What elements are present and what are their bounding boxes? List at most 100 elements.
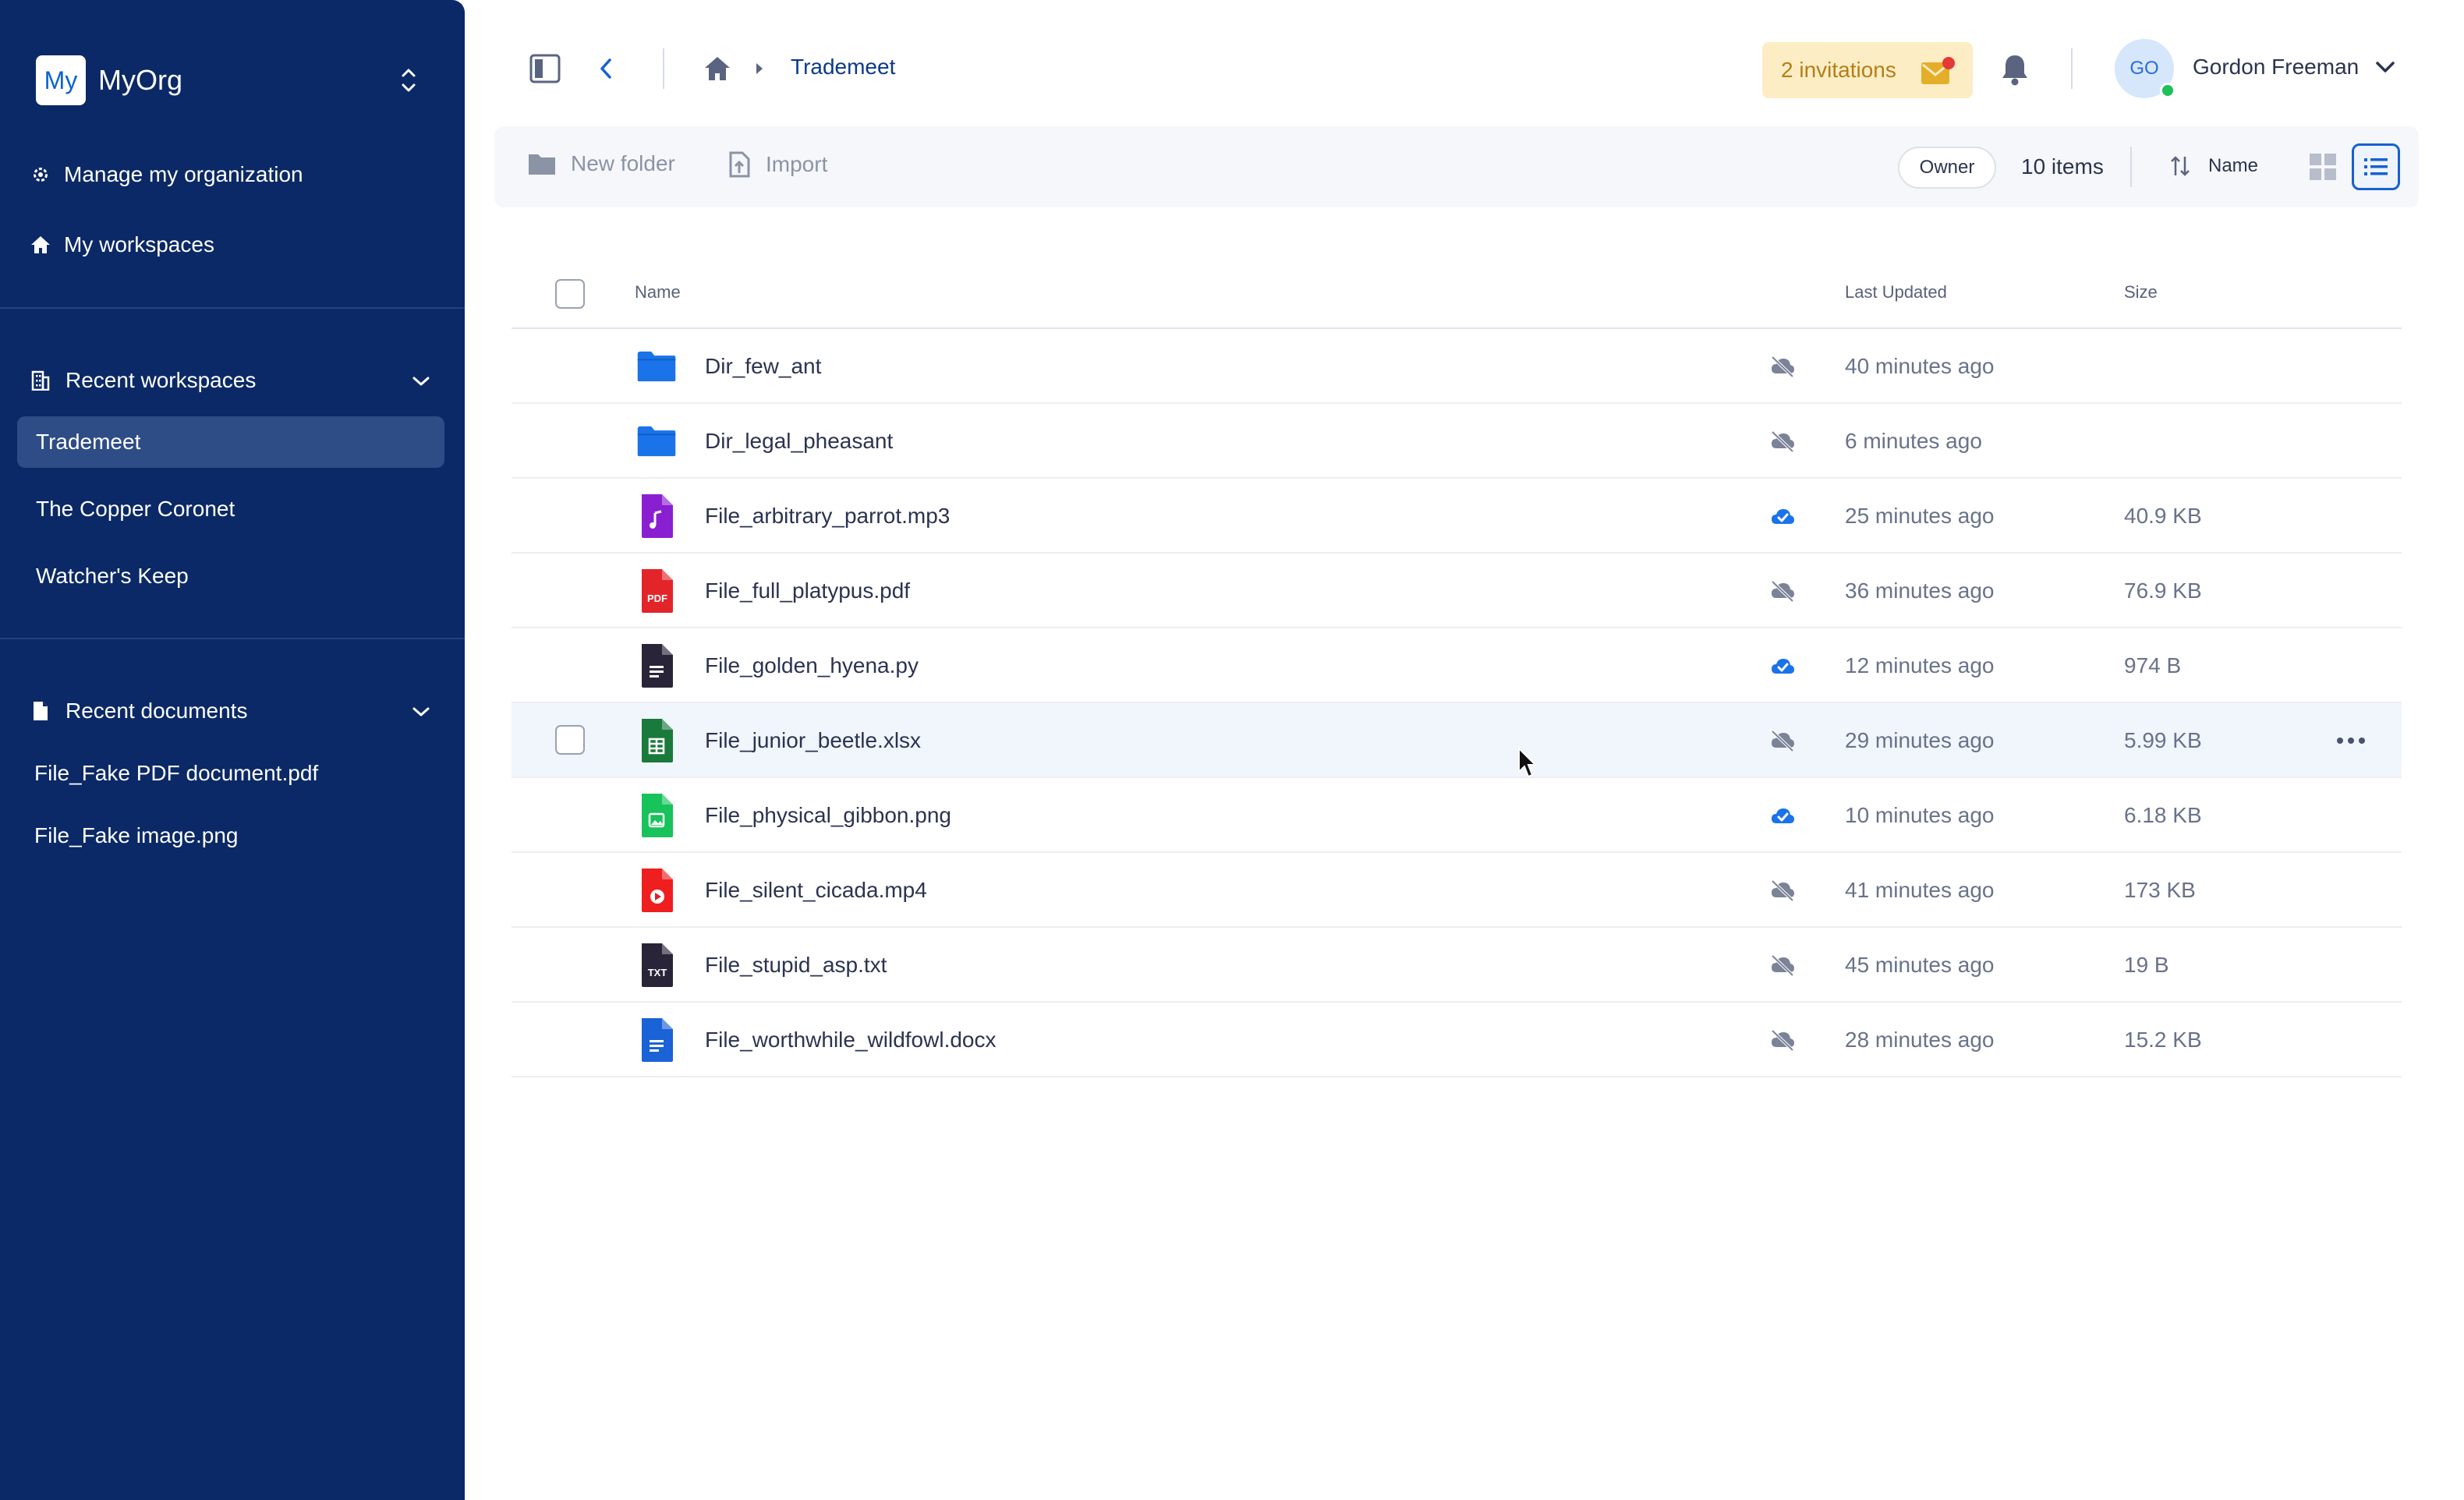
online-status-dot (2160, 83, 2175, 98)
role-badge: Owner (1898, 147, 1996, 189)
table-row[interactable]: File_arbitrary_parrot.mp3 25 minutes ago 4… (512, 479, 2402, 554)
column-header-size[interactable]: Size (2124, 282, 2158, 302)
file-name[interactable]: File_golden_hyena.py (705, 653, 919, 678)
text-file-icon: TXT (636, 943, 677, 987)
file-name[interactable]: File_physical_gibbon.png (705, 803, 951, 828)
table-row[interactable]: PDF File_full_platypus.pdf 36 minutes ago 7… (512, 554, 2402, 628)
nav-manage-organization[interactable]: Manage my organization (30, 162, 303, 187)
table-header: Name Last Updated Size (512, 265, 2402, 329)
org-switcher[interactable]: My MyOrg (36, 53, 424, 108)
avatar[interactable]: GO (2115, 39, 2175, 98)
cloud-synced-icon (1768, 504, 1797, 529)
bell-icon[interactable] (1998, 51, 2032, 87)
cloud-off-icon (1768, 728, 1797, 753)
recent-documents-header[interactable]: Recent documents (30, 699, 430, 723)
sort-button[interactable]: Name (2169, 154, 2258, 178)
avatar-initials: GO (2129, 58, 2159, 79)
file-name[interactable]: File_worthwhile_wildfowl.docx (705, 1028, 997, 1052)
mouse-cursor-icon (1517, 746, 1538, 784)
recent-document-item[interactable]: File_Fake image.png (34, 823, 238, 848)
recent-document-item[interactable]: File_Fake PDF document.pdf (34, 761, 318, 786)
last-updated: 40 minutes ago (1845, 354, 1995, 378)
invitations-label: 2 invitations (1781, 58, 1896, 82)
last-updated: 28 minutes ago (1845, 1028, 1995, 1052)
nav-my-workspaces-label: My workspaces (64, 232, 214, 256)
row-checkbox[interactable] (555, 725, 585, 755)
more-options-icon[interactable] (2331, 725, 2370, 756)
toggle-sidebar-icon[interactable] (527, 51, 563, 86)
cloud-off-icon (1768, 578, 1797, 603)
invitations-button[interactable]: 2 invitations (1762, 42, 1973, 98)
video-file-icon (636, 869, 677, 912)
topbar-divider (663, 48, 664, 89)
column-header-name[interactable]: Name (635, 282, 681, 302)
column-header-last-updated[interactable]: Last Updated (1845, 282, 1947, 302)
sidebar: My MyOrg Manage my organization My works… (0, 0, 465, 1500)
topbar-divider (2071, 48, 2073, 89)
file-size: 15.2 KB (2124, 1028, 2202, 1052)
file-name[interactable]: Dir_legal_pheasant (705, 429, 893, 454)
cloud-off-icon (1768, 429, 1797, 454)
import-label: Import (766, 152, 828, 176)
cloud-off-icon (1768, 878, 1797, 903)
new-folder-label: New folder (571, 151, 675, 175)
workspace-item-label: The Copper Coronet (36, 497, 235, 521)
breadcrumb-current[interactable]: Trademeet (791, 55, 895, 80)
spreadsheet-file-icon (636, 719, 677, 762)
import-button[interactable]: Import (728, 151, 827, 178)
user-name[interactable]: Gordon Freeman (2193, 55, 2359, 80)
cloud-synced-icon (1768, 803, 1797, 828)
table-row[interactable]: Dir_few_ant 40 minutes ago (512, 329, 2402, 404)
grid-view-icon[interactable] (2299, 143, 2347, 190)
file-table: Name Last Updated Size Dir_few_ant 40 min… (512, 265, 2402, 1077)
workspace-item-watchers-keep[interactable]: Watcher's Keep (17, 550, 444, 602)
last-updated: 45 minutes ago (1845, 953, 1995, 977)
nav-manage-organization-label: Manage my organization (64, 162, 303, 186)
sort-arrows-icon (2169, 154, 2191, 178)
org-logo: My (36, 55, 86, 105)
file-size: 173 KB (2124, 878, 2196, 902)
recent-workspaces-header[interactable]: Recent workspaces (30, 368, 430, 393)
recent-documents-title: Recent documents (65, 699, 248, 723)
table-row[interactable]: File_physical_gibbon.png 10 minutes ago 6.… (512, 778, 2402, 853)
chevron-down-icon[interactable] (412, 699, 430, 723)
file-name[interactable]: File_stupid_asp.txt (705, 953, 887, 978)
table-row[interactable]: Dir_legal_pheasant 6 minutes ago (512, 404, 2402, 479)
workspace-item-trademeet[interactable]: Trademeet (17, 416, 444, 468)
nav-my-workspaces[interactable]: My workspaces (30, 232, 214, 257)
file-name[interactable]: Dir_few_ant (705, 354, 821, 379)
cloud-off-icon (1768, 354, 1797, 379)
table-row[interactable]: File_golden_hyena.py 12 minutes ago 974 B (512, 628, 2402, 703)
table-body: Dir_few_ant 40 minutes ago Dir_legal_pheas… (512, 329, 2402, 1077)
chevron-down-icon[interactable] (412, 368, 430, 393)
folder-icon (636, 421, 677, 462)
table-row[interactable]: File_silent_cicada.mp4 41 minutes ago 173 … (512, 853, 2402, 928)
file-name[interactable]: File_silent_cicada.mp4 (705, 878, 927, 903)
chevron-down-icon[interactable] (2374, 58, 2397, 76)
last-updated: 41 minutes ago (1845, 878, 1995, 902)
home-icon (30, 234, 51, 256)
file-size: 40.9 KB (2124, 504, 2202, 528)
list-view-icon[interactable] (2352, 143, 2400, 190)
workspace-item-copper-coronet[interactable]: The Copper Coronet (17, 483, 444, 535)
select-all-checkbox[interactable] (555, 279, 585, 309)
file-name[interactable]: File_arbitrary_parrot.mp3 (705, 504, 950, 529)
back-arrow-icon[interactable] (594, 53, 618, 84)
table-row[interactable]: TXT File_stupid_asp.txt 45 minutes ago 19 B (512, 928, 2402, 1003)
new-folder-button[interactable]: New folder (527, 151, 675, 176)
pdf-file-icon: PDF (636, 569, 677, 613)
word-document-icon (636, 1018, 677, 1062)
code-file-icon (636, 644, 677, 688)
sidebar-divider (0, 638, 465, 639)
recent-workspaces-title: Recent workspaces (65, 368, 257, 392)
file-name[interactable]: File_junior_beetle.xlsx (705, 728, 921, 753)
last-updated: 6 minutes ago (1845, 429, 1982, 453)
last-updated: 29 minutes ago (1845, 728, 1995, 752)
chevron-up-down-icon[interactable] (393, 58, 424, 102)
workspace-item-label: Watcher's Keep (36, 564, 189, 588)
table-row[interactable]: File_worthwhile_wildfowl.docx 28 minutes … (512, 1003, 2402, 1077)
home-icon[interactable] (702, 53, 733, 84)
building-icon (30, 370, 51, 391)
table-row[interactable]: File_junior_beetle.xlsx 29 minutes ago 5.9… (512, 703, 2402, 778)
file-name[interactable]: File_full_platypus.pdf (705, 578, 910, 603)
